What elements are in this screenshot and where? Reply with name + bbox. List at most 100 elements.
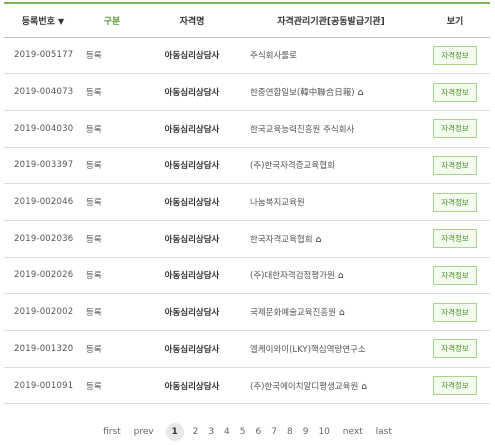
page-number-link[interactable]: 6 <box>256 427 262 437</box>
status-cell: 등록 <box>86 308 102 319</box>
org-name: 한중연합일보(韓中聯合日報) <box>250 88 355 99</box>
org-name: (주)대한자격검정평가원 <box>250 271 335 282</box>
org-name: 엘케이와이(LKY)핵심역량연구소 <box>250 344 366 355</box>
sort-down-icon[interactable]: ▼ <box>58 17 64 26</box>
view-cell: 자격정보 <box>420 220 490 257</box>
org-cell: 한국교육능력진흥원 주식회사 <box>242 110 420 147</box>
page-first-link[interactable]: first <box>103 427 121 437</box>
table-row: 2019-001320 등록 아동심리상담사 엘케이와이(LKY)핵심역량연구소 자격정… <box>4 331 490 368</box>
cert-info-button[interactable]: 자격정보 <box>433 302 477 322</box>
cert-name-cell: 아동심리상담사 <box>164 198 220 209</box>
cert-name-cell: 아동심리상담사 <box>164 161 220 172</box>
reg-no-cell: 2019-002036 <box>14 233 74 244</box>
table-row: 2019-001091 등록 아동심리상담사 (주)한국에이치알디평생교육원 ⌂ 자격정보 <box>4 367 490 404</box>
org-name: 한국자격교육협회 <box>250 234 313 245</box>
org-cell: 주식회사룰로 <box>242 37 420 74</box>
cert-name-cell: 아동심리상담사 <box>164 271 220 282</box>
reg-no-cell: 2019-002046 <box>14 197 74 208</box>
page-number-link[interactable]: 3 <box>208 427 214 437</box>
view-cell: 자격정보 <box>420 367 490 404</box>
reg-no-cell: 2019-002002 <box>14 307 74 318</box>
org-cell: (주)대한자격검정평가원 ⌂ <box>242 257 420 294</box>
page-next-link[interactable]: next <box>343 427 363 437</box>
page-number-link[interactable]: 10 <box>318 427 329 437</box>
reg-no-cell: 2019-003397 <box>14 160 74 171</box>
cert-info-button[interactable]: 자격정보 <box>433 192 477 212</box>
home-icon[interactable]: ⌂ <box>316 235 322 245</box>
table-row: 2019-002036 등록 아동심리상담사 한국자격교육협회 ⌂ 자격정보 <box>4 220 490 258</box>
home-icon[interactable]: ⌂ <box>339 308 345 318</box>
page-number-link[interactable]: 7 <box>271 427 277 437</box>
org-cell: 한국자격교육협회 ⌂ <box>242 220 420 257</box>
header-view: 보기 <box>446 16 464 27</box>
org-cell: 엘케이와이(LKY)핵심역량연구소 <box>242 331 420 368</box>
reg-no-cell: 2019-004030 <box>14 123 74 134</box>
certificate-table-container: 등록번호 ▼ 구분 자격명 자격관리기관[공동발급기관] 보기 2019-005… <box>4 2 490 404</box>
status-cell: 등록 <box>86 381 102 392</box>
cert-info-button[interactable]: 자격정보 <box>433 82 477 102</box>
reg-no-cell: 2019-004073 <box>14 87 74 98</box>
cert-info-button[interactable]: 자격정보 <box>433 119 477 139</box>
org-name: 나눔복지교육원 <box>250 198 305 209</box>
home-icon[interactable]: ⌂ <box>358 88 364 98</box>
header-reg-no[interactable]: 등록번호 ▼ <box>4 3 82 37</box>
page-number-link[interactable]: 4 <box>224 427 230 437</box>
page-prev-link[interactable]: prev <box>134 427 154 437</box>
view-cell: 자격정보 <box>420 147 490 184</box>
header-status: 구분 <box>103 16 121 27</box>
cert-name-cell: 아동심리상담사 <box>164 308 220 319</box>
table-row: 2019-003397 등록 아동심리상담사 (주)한국자격증교육협회 자격정보 <box>4 147 490 184</box>
header-org: 자격관리기관[공동발급기관] <box>277 16 385 27</box>
status-cell: 등록 <box>86 161 102 172</box>
org-cell: (주)한국자격증교육협회 <box>242 147 420 184</box>
org-name: 국제문화예술교육진흥원 <box>250 308 337 319</box>
reg-no-cell: 2019-001091 <box>14 380 74 391</box>
cert-info-button[interactable]: 자격정보 <box>433 339 477 359</box>
org-cell: (주)한국에이치알디평생교육원 ⌂ <box>242 367 420 404</box>
org-name: 주식회사룰로 <box>250 51 297 62</box>
page-number-link[interactable]: 1 <box>165 423 184 441</box>
status-cell: 등록 <box>86 124 102 135</box>
page-number-link[interactable]: 9 <box>303 427 309 437</box>
status-cell: 등록 <box>86 88 102 99</box>
table-row: 2019-002046 등록 아동심리상담사 나눔복지교육원 자격정보 <box>4 184 490 221</box>
cert-name-cell: 아동심리상담사 <box>164 381 220 392</box>
reg-no-cell: 2019-001320 <box>14 343 74 354</box>
view-cell: 자격정보 <box>420 257 490 294</box>
cert-name-cell: 아동심리상담사 <box>164 51 220 62</box>
cert-info-button[interactable]: 자격정보 <box>433 45 477 65</box>
status-cell: 등록 <box>86 344 102 355</box>
view-cell: 자격정보 <box>420 294 490 331</box>
cert-name-cell: 아동심리상담사 <box>164 344 220 355</box>
org-name: (주)한국에이치알디평생교육원 <box>250 381 359 392</box>
status-cell: 등록 <box>86 198 102 209</box>
header-name: 자격명 <box>179 16 205 27</box>
table-row: 2019-005177 등록 아동심리상담사 주식회사룰로 자격정보 <box>4 37 490 74</box>
reg-no-cell: 2019-005177 <box>14 50 74 61</box>
status-cell: 등록 <box>86 234 102 245</box>
view-cell: 자격정보 <box>420 110 490 147</box>
status-cell: 등록 <box>86 271 102 282</box>
cert-name-cell: 아동심리상담사 <box>164 234 220 245</box>
org-cell: 나눔복지교육원 <box>242 184 420 221</box>
page-number-link[interactable]: 5 <box>240 427 246 437</box>
cert-info-button[interactable]: 자격정보 <box>433 265 477 285</box>
cert-name-cell: 아동심리상담사 <box>164 124 220 135</box>
page-number-link[interactable]: 8 <box>287 427 293 437</box>
view-cell: 자격정보 <box>420 331 490 368</box>
table-row: 2019-002026 등록 아동심리상담사 (주)대한자격검정평가원 ⌂ 자격정보 <box>4 257 490 294</box>
table-header-row: 등록번호 ▼ 구분 자격명 자격관리기관[공동발급기관] 보기 <box>4 3 490 37</box>
cert-info-button[interactable]: 자격정보 <box>433 155 477 175</box>
page-last-link[interactable]: last <box>376 427 392 437</box>
org-name: (주)한국자격증교육협회 <box>250 161 335 172</box>
view-cell: 자격정보 <box>420 37 490 74</box>
table-row: 2019-002002 등록 아동심리상담사 국제문화예술교육진흥원 ⌂ 자격정보 <box>4 294 490 331</box>
org-name: 한국교육능력진흥원 주식회사 <box>250 124 355 135</box>
cert-info-button[interactable]: 자격정보 <box>433 229 477 249</box>
page-number-link[interactable]: 2 <box>193 427 199 437</box>
view-cell: 자격정보 <box>420 74 490 111</box>
cert-info-button[interactable]: 자격정보 <box>433 376 477 396</box>
status-cell: 등록 <box>86 51 102 62</box>
home-icon[interactable]: ⌂ <box>361 382 367 392</box>
home-icon[interactable]: ⌂ <box>338 271 344 281</box>
